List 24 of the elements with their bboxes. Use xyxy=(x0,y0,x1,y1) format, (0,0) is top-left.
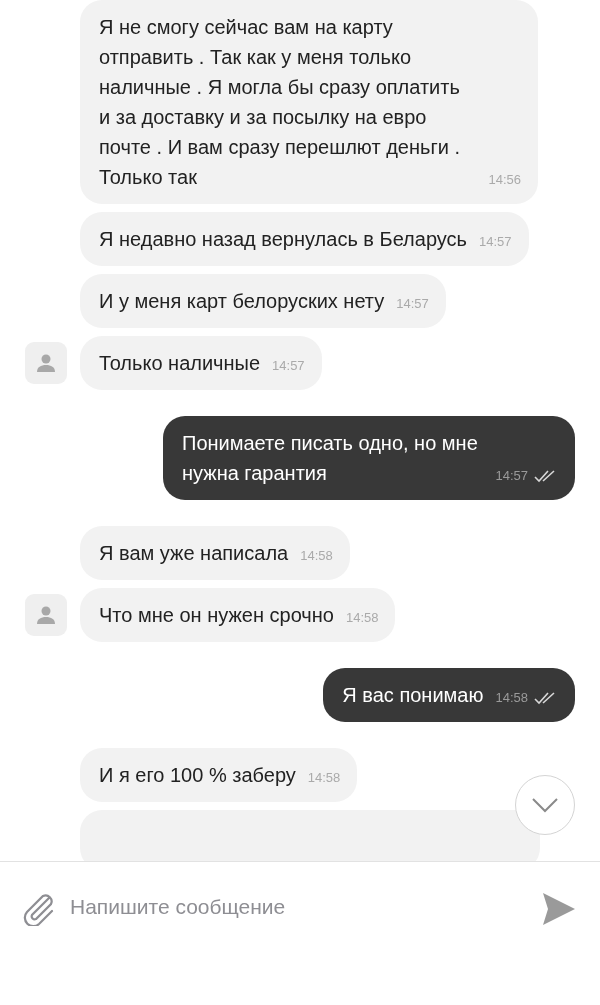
message-text: Я недавно назад вернулась в Беларусь xyxy=(99,227,467,252)
message-time: 14:58 xyxy=(300,548,333,564)
person-icon xyxy=(36,605,56,625)
message-text: Понимаете писать одно, но мне нужна гарантия xyxy=(182,431,479,486)
message-time: 14:56 xyxy=(488,172,521,188)
message-time: 14:58 xyxy=(495,690,528,706)
message-time: 14:58 xyxy=(345,610,379,626)
message-input[interactable]: Напишите сообщение xyxy=(70,892,527,922)
message-time: 14:57 xyxy=(495,468,528,484)
chevron-down-icon xyxy=(531,797,559,813)
message-time: 14:57 xyxy=(479,234,512,250)
message-text: Что мне он нужен срочно xyxy=(99,603,334,628)
message-text: Я вас понимаю xyxy=(342,683,484,708)
message-text: Я не смогу сейчас вам на карту отправить . Так как у меня только наличные . Я могла бы сразу оплатить и за доставку и за посылку на евро почте . И вам сразу перешлют деньги . Только так xyxy=(99,15,461,190)
attach-icon[interactable] xyxy=(22,892,54,926)
message-time: 14:57 xyxy=(396,296,429,312)
message-time: 14:57 xyxy=(272,358,305,374)
message-text: Я вам уже написала xyxy=(99,541,289,566)
message-text: И у меня карт белоруских нету xyxy=(99,289,385,314)
message-text: Только наличные xyxy=(99,351,261,376)
message-time: 14:58 xyxy=(307,770,341,786)
person-icon xyxy=(36,353,56,373)
send-icon[interactable] xyxy=(543,892,575,926)
message-text: И я его 100 % заберу xyxy=(99,763,296,788)
